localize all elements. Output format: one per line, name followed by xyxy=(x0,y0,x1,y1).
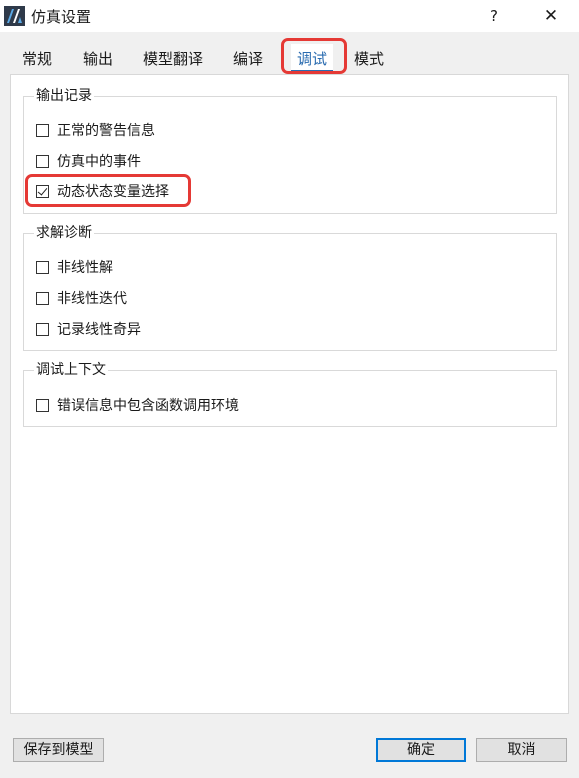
label-log-linear-singular: 记录线性奇异 xyxy=(57,322,141,338)
checkbox-log-linear-singular[interactable] xyxy=(36,322,49,336)
tab-output[interactable]: 输出 xyxy=(77,44,119,74)
option-log-linear-singular[interactable]: 记录线性奇异 xyxy=(36,319,141,339)
checkbox-include-call-env[interactable] xyxy=(36,398,49,412)
checkbox-nonlinear-solution[interactable] xyxy=(36,260,49,274)
label-simulation-events: 仿真中的事件 xyxy=(57,154,141,170)
help-button[interactable]: ? xyxy=(482,3,506,29)
checkbox-nonlinear-iterations[interactable] xyxy=(36,291,49,305)
ok-button[interactable]: 确定 xyxy=(376,738,466,762)
option-include-call-env[interactable]: 错误信息中包含函数调用环境 xyxy=(36,395,239,415)
label-nonlinear-solution: 非线性解 xyxy=(57,260,113,276)
option-dynamic-state-selection[interactable]: 动态状态变量选择 xyxy=(36,181,169,201)
tab-debug[interactable]: 调试 xyxy=(291,44,334,74)
close-button[interactable]: ✕ xyxy=(538,3,564,29)
window-title: 仿真设置 xyxy=(31,8,92,26)
tab-mode[interactable]: 模式 xyxy=(348,44,390,74)
tab-general[interactable]: 常规 xyxy=(16,44,58,74)
title-bar: 仿真设置 ? ✕ xyxy=(0,0,579,32)
group-title-solver-diagnostics: 求解诊断 xyxy=(34,222,94,242)
cancel-button[interactable]: 取消 xyxy=(476,738,567,762)
group-debug-context: 调试上下文 错误信息中包含函数调用环境 xyxy=(23,359,557,427)
group-solver-diagnostics: 求解诊断 非线性解 非线性迭代 记录线性奇异 xyxy=(23,222,557,351)
option-nonlinear-solution[interactable]: 非线性解 xyxy=(36,257,113,277)
label-nonlinear-iterations: 非线性迭代 xyxy=(57,291,127,307)
group-title-output-record: 输出记录 xyxy=(34,85,94,105)
group-output-record: 输出记录 正常的警告信息 仿真中的事件 动态状态变量选择 xyxy=(23,85,557,214)
label-include-call-env: 错误信息中包含函数调用环境 xyxy=(57,398,239,414)
label-dynamic-state-selection: 动态状态变量选择 xyxy=(57,184,169,200)
option-normal-warnings[interactable]: 正常的警告信息 xyxy=(36,120,155,140)
checkbox-dynamic-state-selection[interactable] xyxy=(36,184,49,198)
checkbox-simulation-events[interactable] xyxy=(36,154,49,168)
option-simulation-events[interactable]: 仿真中的事件 xyxy=(36,151,141,171)
label-normal-warnings: 正常的警告信息 xyxy=(57,123,155,139)
debug-tab-panel: 输出记录 正常的警告信息 仿真中的事件 动态状态变量选择 求解诊断 非线性解 非… xyxy=(10,74,569,714)
save-to-model-button[interactable]: 保存到模型 xyxy=(13,738,104,762)
app-logo-icon xyxy=(4,6,25,26)
tab-compile[interactable]: 编译 xyxy=(227,44,269,74)
checkbox-normal-warnings[interactable] xyxy=(36,123,49,137)
dialog-body: 常规 输出 模型翻译 编译 调试 模式 输出记录 正常的警告信息 仿真中的事件 … xyxy=(0,32,579,778)
group-title-debug-context: 调试上下文 xyxy=(34,359,108,379)
tab-model-translation[interactable]: 模型翻译 xyxy=(137,44,209,74)
option-nonlinear-iterations[interactable]: 非线性迭代 xyxy=(36,288,127,308)
